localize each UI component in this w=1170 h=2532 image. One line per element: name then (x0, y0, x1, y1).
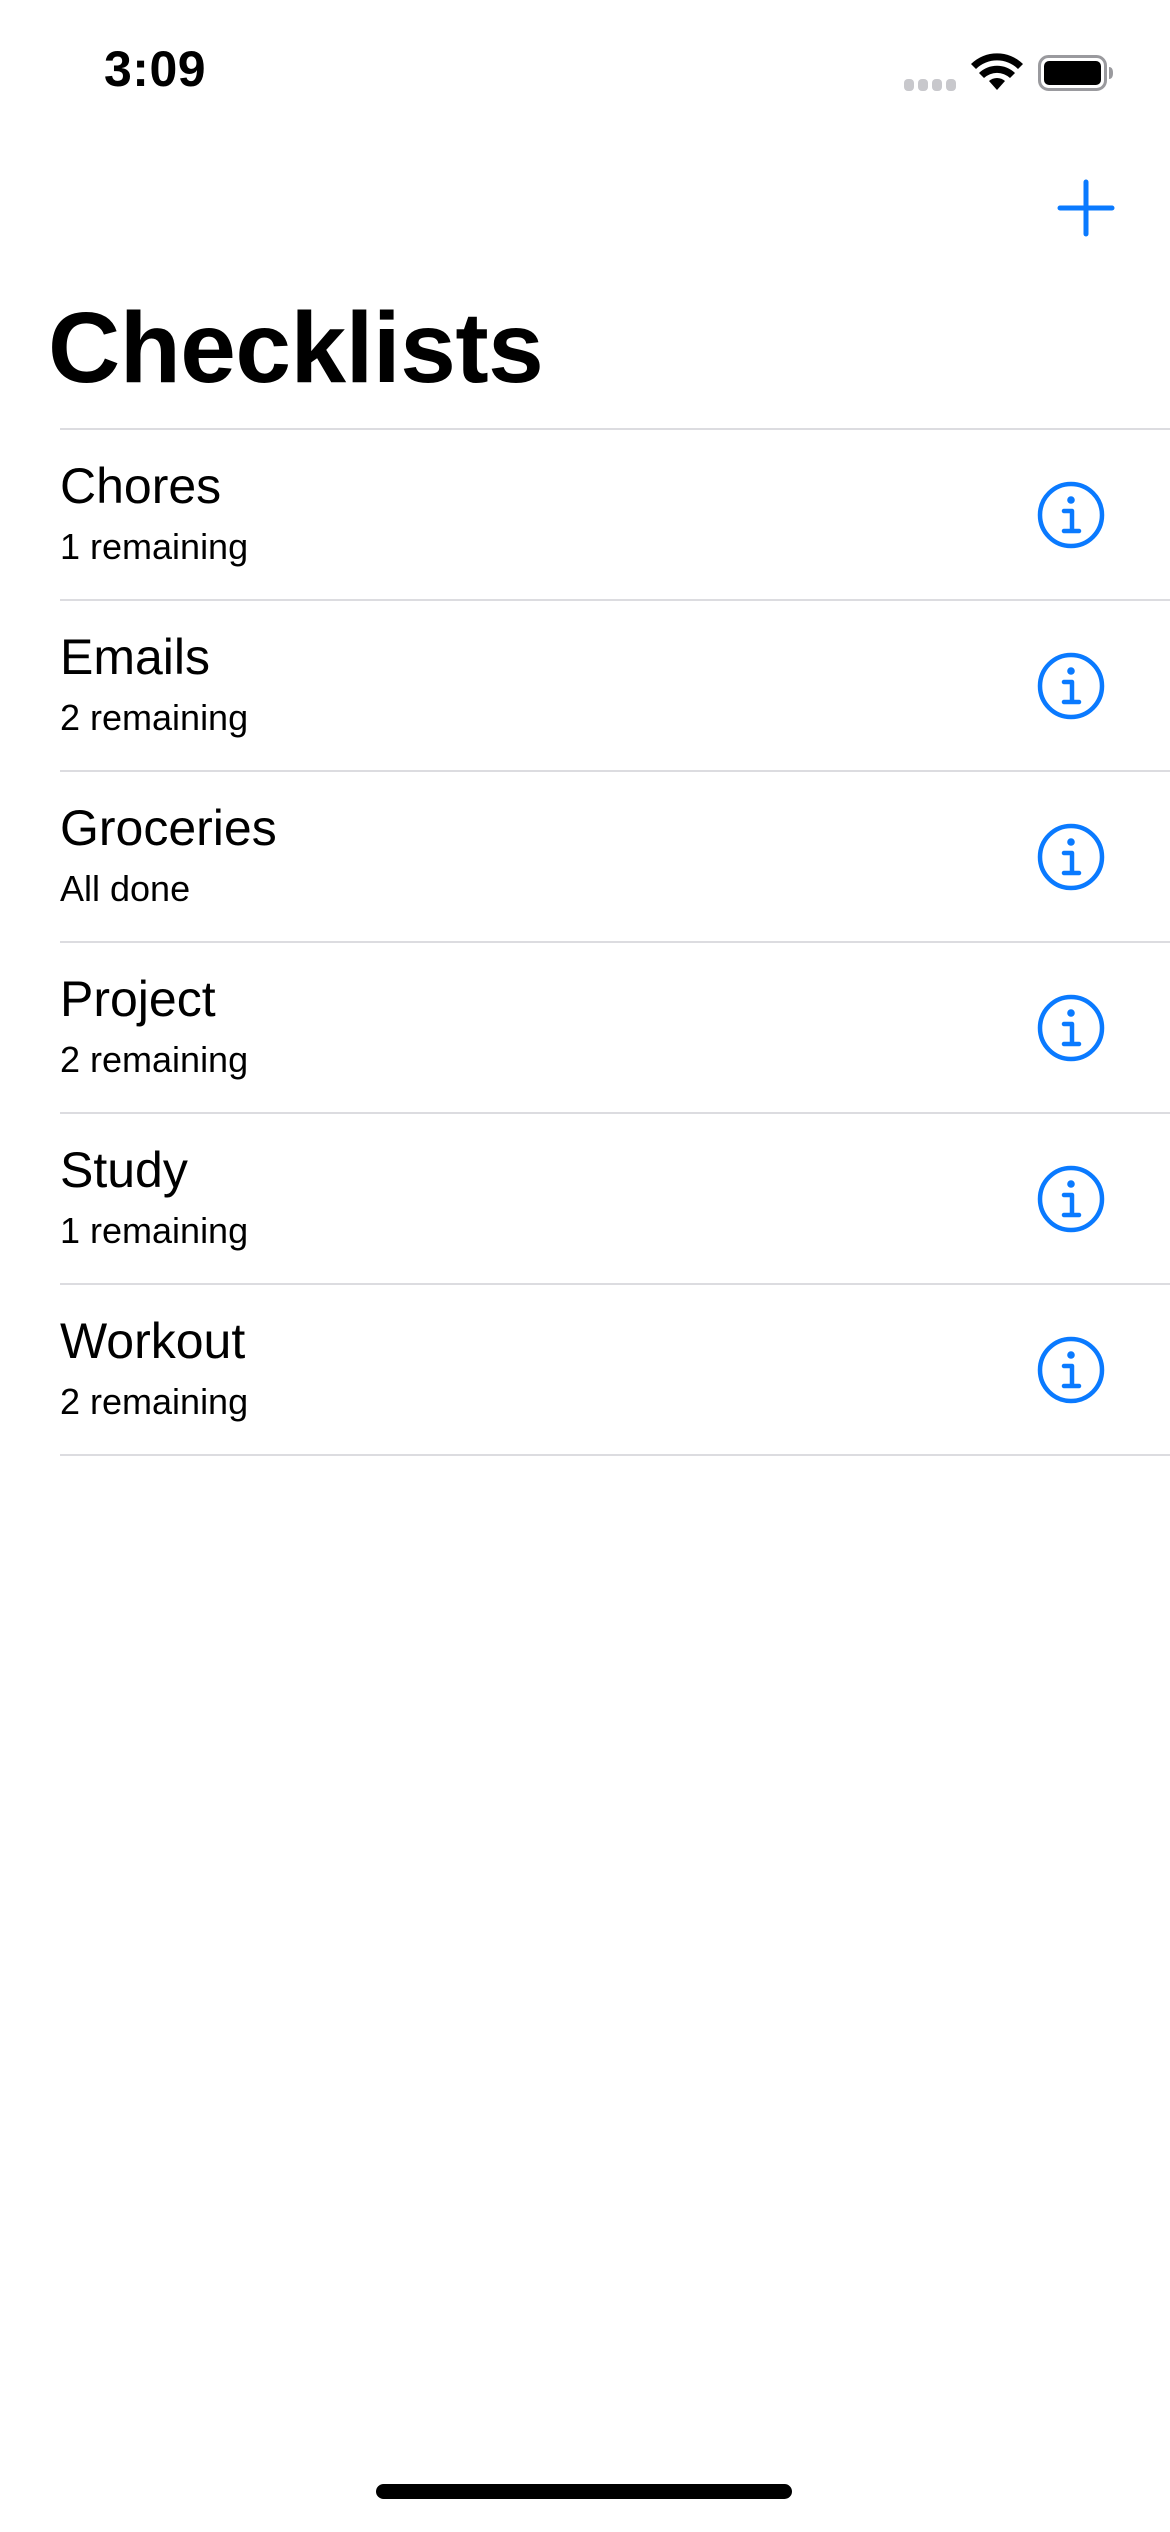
checklist-row-groceries[interactable]: Groceries All done (60, 772, 1170, 943)
page-title: Checklists (48, 292, 544, 404)
info-circle-icon (1037, 1336, 1105, 1404)
info-button[interactable] (1036, 822, 1106, 892)
add-checklist-button[interactable] (1050, 172, 1122, 244)
checklist-status: 2 remaining (60, 697, 249, 738)
checklist-name: Groceries (60, 800, 277, 856)
checklist-name: Emails (60, 629, 211, 685)
home-indicator[interactable] (376, 2484, 792, 2499)
wifi-icon (971, 53, 1023, 90)
checklist-status: 2 remaining (60, 1381, 249, 1422)
info-circle-icon (1037, 823, 1105, 891)
plus-icon (1057, 179, 1115, 237)
info-circle-icon (1037, 652, 1105, 720)
checklist-row-workout[interactable]: Workout 2 remaining (60, 1285, 1170, 1456)
info-button[interactable] (1036, 993, 1106, 1063)
checklist-status: All done (60, 868, 191, 909)
checklist-status: 1 remaining (60, 526, 249, 567)
info-circle-icon (1037, 994, 1105, 1062)
info-circle-icon (1037, 1165, 1105, 1233)
info-button[interactable] (1036, 1164, 1106, 1234)
checklist-row-project[interactable]: Project 2 remaining (60, 943, 1170, 1114)
checklist-list: Chores 1 remaining Emails 2 remaining Gr… (60, 428, 1170, 1456)
cellular-signal-icon (904, 79, 956, 93)
status-time: 3:09 (104, 41, 207, 97)
checklist-name: Workout (60, 1313, 246, 1369)
checklist-status: 1 remaining (60, 1210, 249, 1251)
checklist-name: Study (60, 1142, 188, 1198)
checklist-row-study[interactable]: Study 1 remaining (60, 1114, 1170, 1285)
status-bar: 3:09 (0, 0, 1170, 140)
info-button[interactable] (1036, 480, 1106, 550)
checklist-row-chores[interactable]: Chores 1 remaining (60, 430, 1170, 601)
checklist-status: 2 remaining (60, 1039, 249, 1080)
checklist-name: Chores (60, 458, 222, 514)
checklist-name: Project (60, 971, 216, 1027)
info-button[interactable] (1036, 651, 1106, 721)
checklist-row-emails[interactable]: Emails 2 remaining (60, 601, 1170, 772)
battery-icon (1038, 55, 1113, 91)
info-button[interactable] (1036, 1335, 1106, 1405)
info-circle-icon (1037, 481, 1105, 549)
